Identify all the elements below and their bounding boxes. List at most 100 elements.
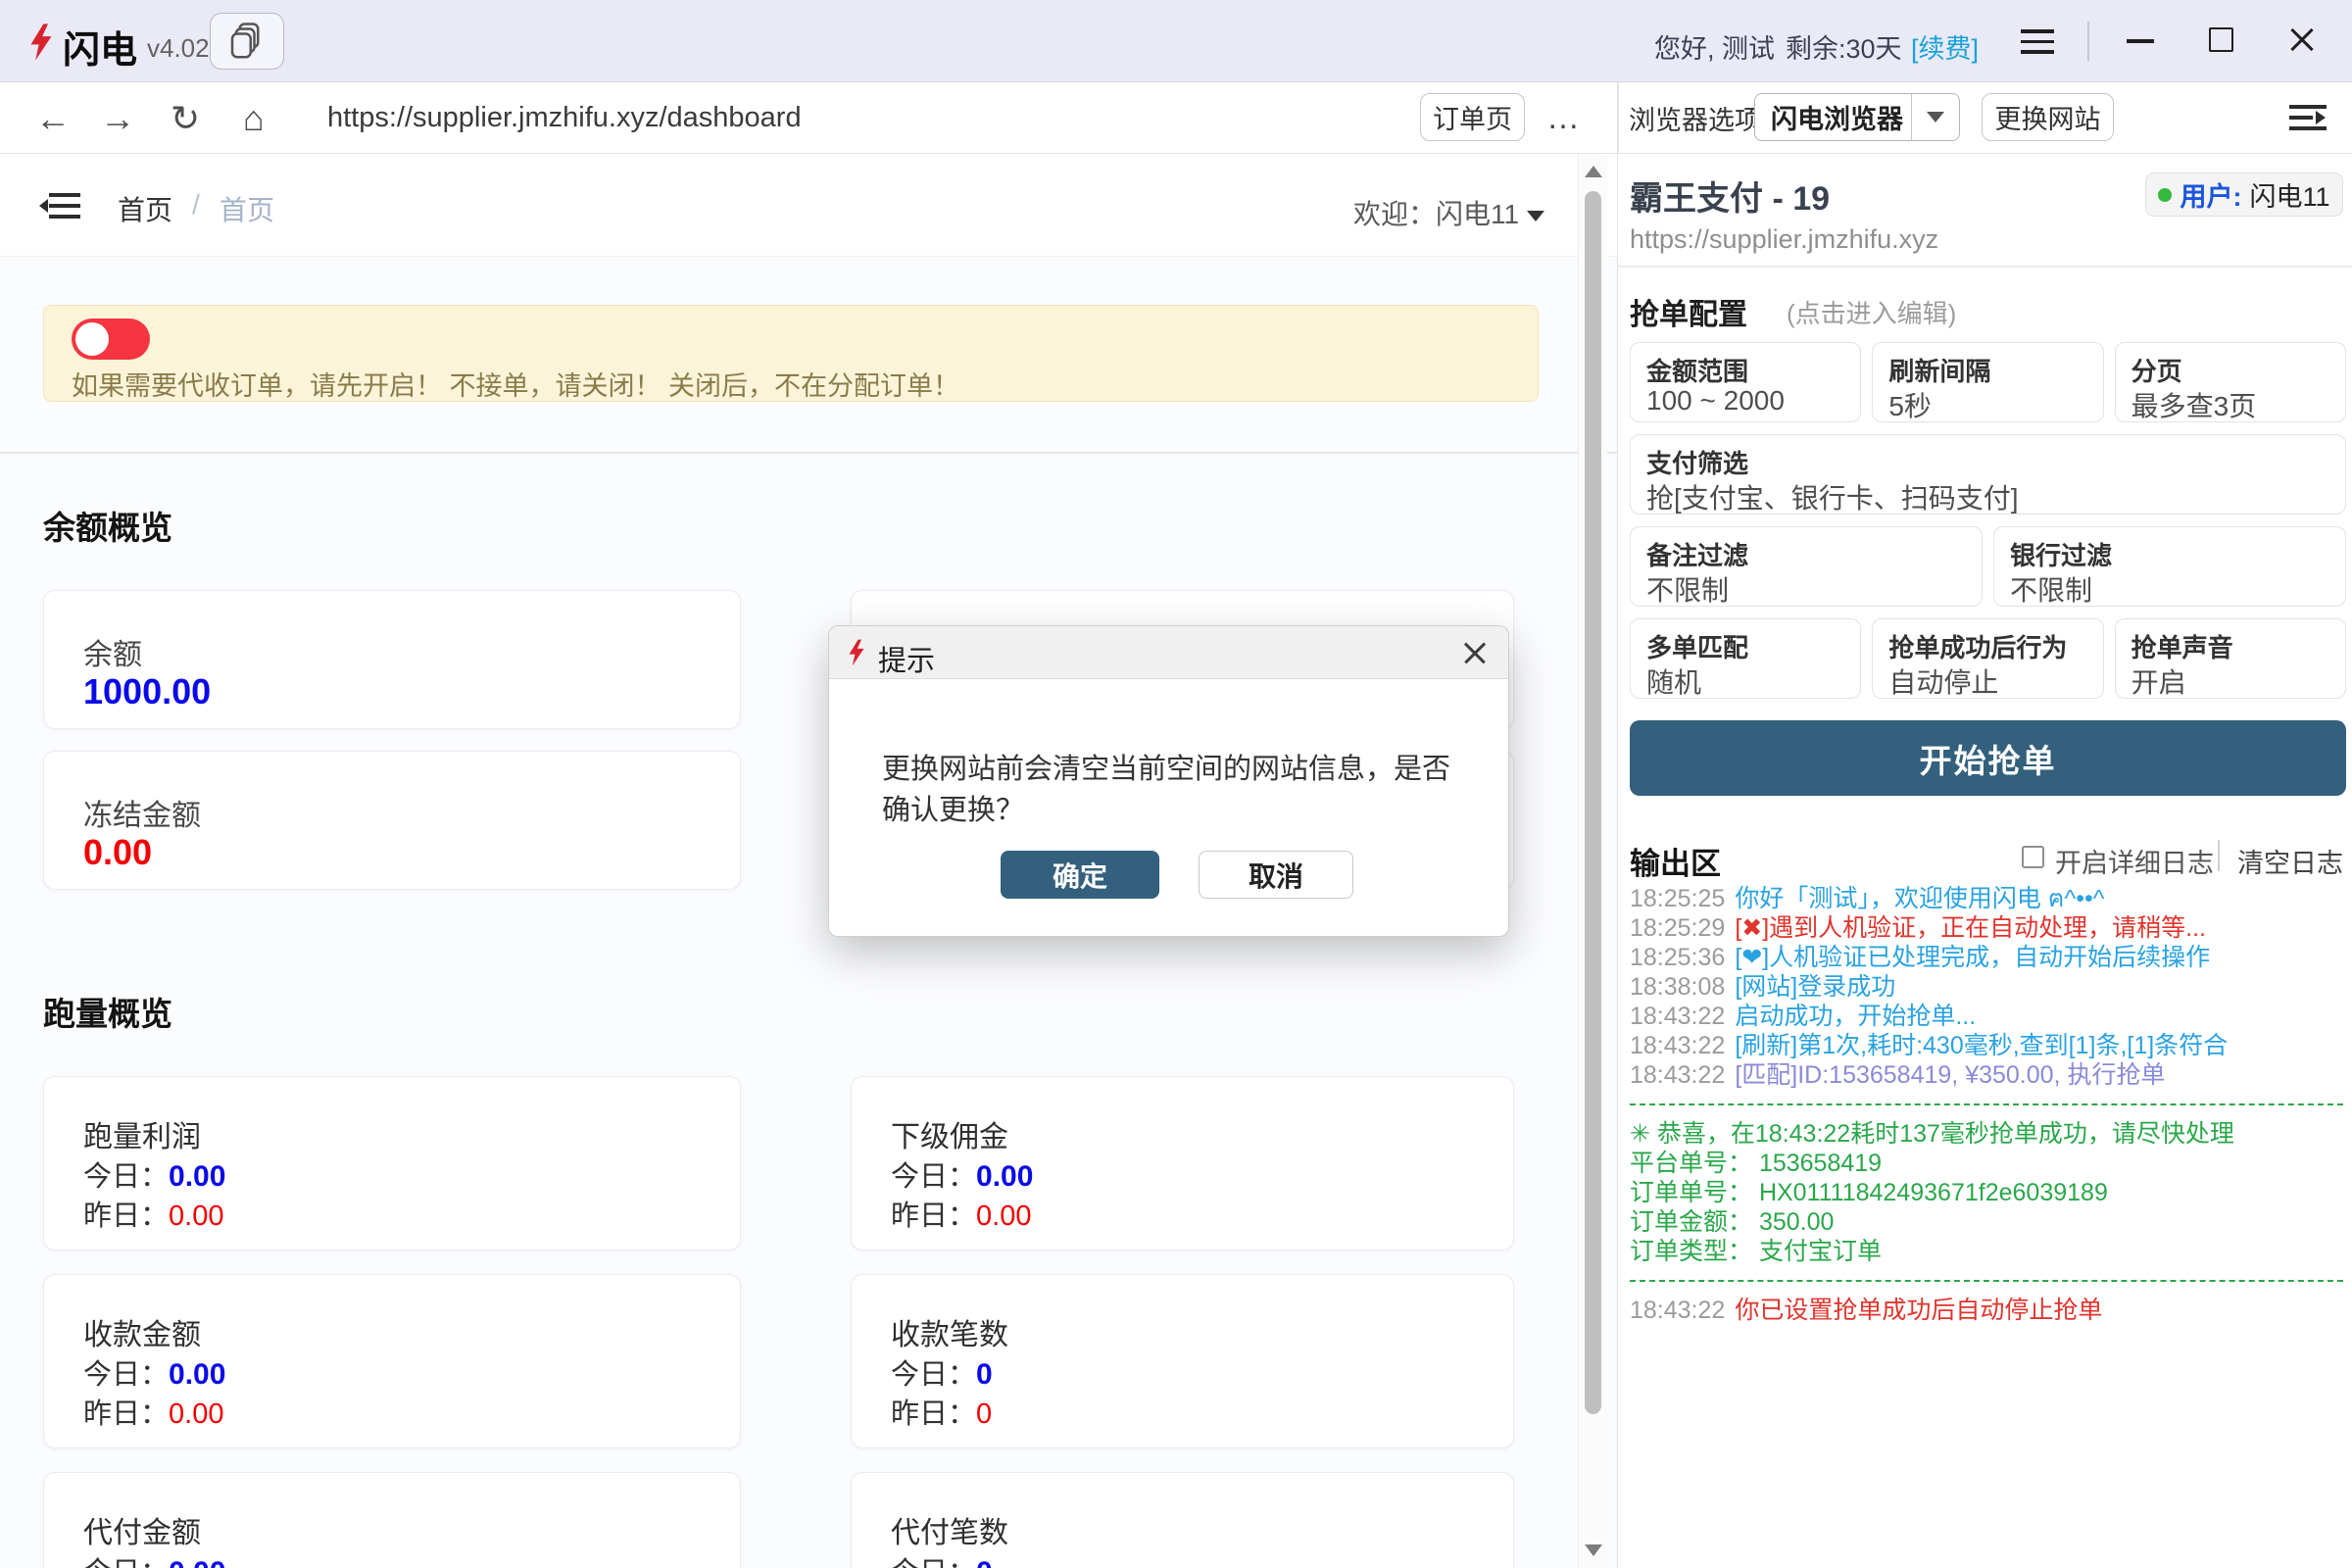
- yesterday-row: 昨日：0.00: [83, 1391, 223, 1432]
- log-timestamp: 18:43:22: [1630, 1061, 1725, 1089]
- stat-card: 代付金额今日：0.00昨日：: [43, 1472, 741, 1568]
- close-icon[interactable]: [1461, 640, 1489, 667]
- confirm-button[interactable]: 确定: [1001, 851, 1159, 899]
- chevron-down-icon[interactable]: [1527, 211, 1544, 221]
- hamburger-menu-icon[interactable]: [2021, 29, 2054, 61]
- change-site-button[interactable]: 更换网站: [1982, 93, 2114, 141]
- stat-card: 代付笔数今日：0昨日：: [851, 1472, 1514, 1568]
- scroll-down-arrow-icon[interactable]: [1585, 1544, 1602, 1556]
- config-card[interactable]: 抢单成功后行为自动停止: [1872, 618, 2103, 699]
- config-card[interactable]: 多单匹配随机: [1630, 618, 1861, 699]
- close-window-button[interactable]: [2287, 25, 2317, 55]
- config-label: 银行过滤: [2010, 536, 2112, 572]
- log-timestamp: 18:38:08: [1630, 973, 1725, 1001]
- breadcrumb-current: 首页: [220, 189, 274, 228]
- volume-card-grid: 跑量利润今日：0.00昨日：0.00下级佣金今日：0.00昨日：0.00收款金额…: [43, 1076, 1514, 1568]
- forward-icon[interactable]: →: [100, 82, 135, 154]
- home-icon[interactable]: ⌂: [243, 82, 265, 154]
- yesterday-row: 昨日：0.00: [83, 1193, 223, 1234]
- yesterday-row: 昨日：0.00: [891, 1193, 1031, 1234]
- scrollbar-thumb[interactable]: [1585, 191, 1601, 1414]
- accept-order-toggle[interactable]: [72, 318, 150, 360]
- today-label: 今日：: [891, 1161, 976, 1193]
- today-label: 今日：: [891, 1359, 976, 1391]
- config-card[interactable]: 金额范围100 ~ 2000: [1630, 342, 1861, 422]
- log-message: 订单类型： 支付宝订单: [1630, 1238, 1882, 1265]
- log-message: [✖]遇到人机验证，正在自动处理，请稍等...: [1735, 914, 2206, 942]
- maximize-button[interactable]: [2209, 27, 2233, 52]
- log-timestamp: 18:43:22: [1630, 1297, 1725, 1324]
- config-card[interactable]: 分页最多查3页: [2115, 342, 2346, 422]
- breadcrumb-home[interactable]: 首页: [118, 189, 172, 228]
- yesterday-label: 昨日：: [891, 1200, 976, 1232]
- log-line: 18:43:22[刷新]第1次,耗时:430毫秒,查到[1]条,[1]条符合: [1630, 1031, 2347, 1060]
- config-label: 支付筛选: [1646, 444, 1748, 480]
- scroll-up-arrow-icon[interactable]: [1585, 166, 1602, 177]
- address-bar[interactable]: https://supplier.jmzhifu.xyz/dashboard: [327, 82, 802, 154]
- log-timestamp: 18:25:25: [1630, 885, 1725, 912]
- menu-fold-icon[interactable]: [39, 191, 82, 220]
- log-message: 你已设置抢单成功后自动停止抢单: [1735, 1297, 2102, 1324]
- lightning-logo-icon: [27, 22, 55, 63]
- log-line: 18:38:08[网站]登录成功: [1630, 972, 2347, 1002]
- config-card[interactable]: 刷新间隔5秒: [1872, 342, 2103, 422]
- start-grab-button[interactable]: 开始抢单: [1630, 720, 2346, 796]
- output-section-title: 输出区: [1630, 839, 1721, 883]
- card-value: 0.00: [83, 832, 152, 873]
- today-label: 今日：: [83, 1557, 169, 1568]
- log-message: ✳ 恭喜，在18:43:22耗时137毫秒抢单成功，请尽快处理: [1630, 1120, 2234, 1148]
- detail-log-checkbox[interactable]: [2022, 846, 2044, 868]
- config-label: 金额范围: [1646, 352, 1748, 388]
- today-row: 今日：0.00: [83, 1351, 225, 1393]
- clear-log-link[interactable]: 清空日志: [2237, 842, 2343, 880]
- config-card[interactable]: 银行过滤不限制: [1993, 526, 2346, 607]
- config-value: 5秒: [1888, 385, 1932, 422]
- log-message: 启动成功，开始抢单...: [1735, 1003, 1976, 1030]
- toggle-knob: [75, 322, 109, 356]
- breadcrumb-separator: /: [192, 189, 200, 220]
- config-value: 随机: [1646, 662, 1701, 699]
- more-options-icon[interactable]: …: [1546, 82, 1583, 154]
- layers-icon: [228, 22, 266, 61]
- log-message: 平台单号： 153658419: [1630, 1150, 1882, 1177]
- config-value: 100 ~ 2000: [1646, 385, 1785, 416]
- panel-toggle-icon[interactable]: [2289, 103, 2328, 134]
- titlebar-divider: [2087, 22, 2089, 61]
- today-row: 今日：0: [891, 1549, 993, 1568]
- log-line: 订单金额： 350.00: [1630, 1207, 2347, 1237]
- yesterday-value: 0.00: [976, 1200, 1031, 1232]
- dropdown-divider: [1911, 94, 1913, 140]
- log-line: 18:25:25你好「测试」，欢迎使用闪电 ฅ^••^: [1630, 884, 2347, 913]
- today-value: 0.00: [169, 1556, 225, 1568]
- panel-divider: [1617, 82, 1619, 154]
- vertical-scrollbar[interactable]: [1578, 154, 1607, 1568]
- dashed-line: [1630, 1103, 2343, 1105]
- config-edit-hint: (点击进入编辑): [1787, 294, 1956, 330]
- config-label: 备注过滤: [1646, 536, 1748, 572]
- config-label: 刷新间隔: [1888, 352, 1990, 388]
- welcome-user-dropdown[interactable]: 欢迎：闪电11: [1353, 193, 1519, 232]
- order-page-button[interactable]: 订单页: [1420, 93, 1525, 141]
- log-line: 订单单号： HX01111842493671f2e6039189: [1630, 1178, 2347, 1207]
- config-card[interactable]: 备注过滤不限制: [1630, 526, 1983, 607]
- detail-log-label[interactable]: 开启详细日志: [2055, 842, 2214, 880]
- renew-link[interactable]: [续费]: [1911, 27, 1979, 66]
- config-card[interactable]: 抢单声音开启: [2115, 618, 2346, 699]
- log-timestamp: 18:43:22: [1630, 1003, 1725, 1030]
- yesterday-label: 昨日：: [83, 1398, 169, 1430]
- log-timestamp: 18:43:22: [1630, 1032, 1725, 1059]
- minimize-button[interactable]: [2127, 39, 2154, 43]
- config-value: 最多查3页: [2132, 385, 2257, 422]
- browser-select-dropdown[interactable]: 闪电浏览器: [1754, 93, 1960, 141]
- today-row: 今日：0.00: [83, 1153, 225, 1195]
- refresh-icon[interactable]: ↻: [171, 82, 200, 154]
- cancel-button[interactable]: 取消: [1199, 851, 1353, 899]
- site-name: 霸王支付 - 19: [1630, 172, 1830, 220]
- breadcrumb-bar: 首页 / 首页 欢迎：闪电11: [0, 154, 1617, 257]
- today-value: 0: [976, 1358, 993, 1391]
- app-name: 闪电: [63, 20, 137, 74]
- back-icon[interactable]: ←: [35, 82, 71, 154]
- spaces-button[interactable]: [210, 13, 284, 70]
- user-badge: 用户: 闪电11: [2145, 172, 2343, 217]
- config-card[interactable]: 支付筛选抢[支付宝、银行卡、扫码支付]: [1630, 434, 2346, 514]
